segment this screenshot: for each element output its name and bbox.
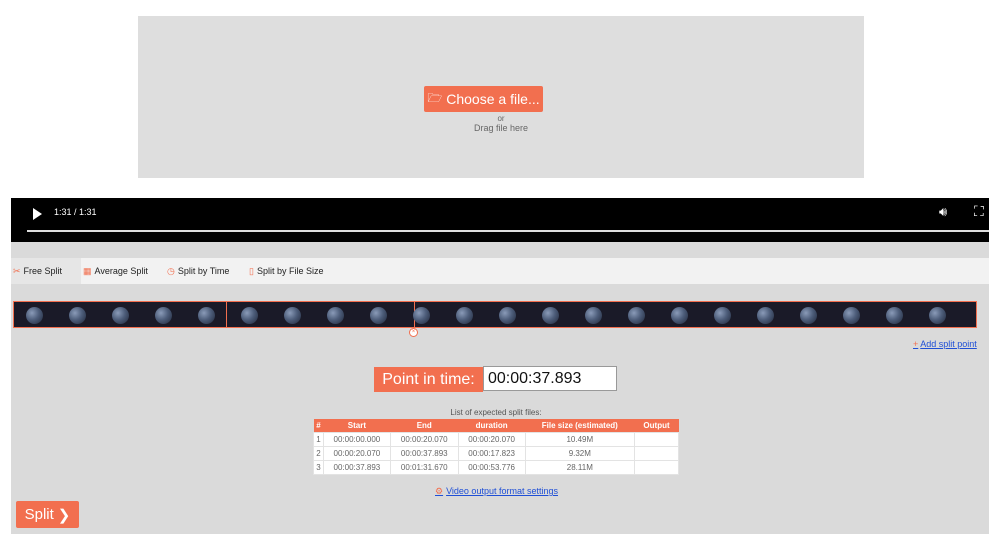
gear-icon: ⚙ [435,486,444,496]
video-player[interactable]: 1:31 / 1:31 🔊︎ ⛶ [11,198,989,242]
split-button[interactable]: Split ❯ [16,501,79,528]
thumbnail-frame [26,307,43,324]
thumbnail-frame [155,307,172,324]
tab-split-by-time[interactable]: ◷ Split by Time [167,258,247,284]
file-drop-zone[interactable]: 🗁 Choose a file... or Drag file here [138,16,864,178]
folder-open-icon: 🗁 [427,90,443,105]
duration-cell: 00:00:17.823 [457,446,526,461]
thumbnail-frame [628,307,645,324]
video-output-format-settings-link[interactable]: ⚙ Video output format settings [435,486,558,497]
thumbnail-frame [499,307,516,324]
point-in-time-input[interactable] [483,366,617,391]
clock-icon: ◷ [167,265,175,276]
file-size-cell: 9.32M [524,446,636,461]
thumbnail-frame [456,307,473,324]
table-row: 3 00:00:37.893 00:01:31.670 00:00:53.776… [313,460,679,475]
tab-split-by-file-size[interactable]: ▯ Split by File Size [249,258,343,284]
split-point-handle-icon[interactable]: × [409,328,418,337]
thumbnail-frame [112,307,129,324]
scissors-icon: ✂ [13,265,21,276]
add-split-point-link[interactable]: + Add split point [913,339,977,349]
time-display: 1:31 / 1:31 [54,207,97,217]
split-button-label: Split [24,506,54,523]
thumbnail-frame [413,307,430,324]
thumbnail-frame [542,307,559,324]
thumbnail-frame [757,307,774,324]
start-cell: 00:00:20.070 [322,446,391,461]
chevron-right-icon: ❯ [57,506,71,524]
tab-free-split[interactable]: ✂ Free Split [11,258,81,284]
video-progress-bar[interactable] [27,230,989,232]
split-line[interactable] [226,302,227,327]
tab-label: Free Split [23,266,63,276]
thumbnail-frame [284,307,301,324]
output-cell [634,460,679,475]
choose-file-button[interactable]: 🗁 Choose a file... [424,86,543,112]
table-header: # [313,419,324,433]
volume-icon[interactable]: 🔊︎ [939,204,947,220]
row-index: 1 [313,432,324,447]
table-header: End [390,419,459,433]
table-header: Output [634,419,679,433]
output-cell [634,446,679,461]
table-header: Start [323,419,391,433]
thumbnail-frame [671,307,688,324]
thumbnail-frame [929,307,946,324]
video-output-settings-label: Video output format settings [446,486,558,496]
end-cell: 00:01:31.670 [389,460,459,475]
video-thumbnail-strip[interactable] [13,301,977,328]
add-split-point-label: Add split point [920,339,977,349]
table-header: File size (estimated) [525,419,635,433]
thumbnail-frame [69,307,86,324]
thumbnail-frame [714,307,731,324]
choose-file-label: Choose a file... [446,91,540,107]
thumbnail-frame [327,307,344,324]
file-icon: ▯ [249,265,254,276]
duration-cell: 00:00:20.070 [457,432,526,447]
table-row: 2 00:00:20.070 00:00:37.893 00:00:17.823… [313,446,679,461]
split-tool-panel: ✂ Free Split ▦ Average Split ◷ Split by … [11,242,989,534]
thumbnail-frame [241,307,258,324]
thumbnail-frame [370,307,387,324]
table-row: 1 00:00:00.000 00:00:20.070 00:00:20.070… [313,432,679,447]
or-text: or [497,114,505,123]
thumbnail-frame [800,307,817,324]
thumbnail-frame [886,307,903,324]
table-header: duration [458,419,526,433]
calendar-icon: ▦ [83,265,92,276]
file-size-cell: 28.11M [524,460,636,475]
point-in-time-label: Point in time: [374,367,483,392]
end-cell: 00:00:20.070 [389,432,459,447]
tab-label: Split by Time [177,266,230,276]
row-index: 3 [313,460,324,475]
play-icon[interactable] [33,208,42,220]
split-files-table: # Start End duration File size (estimate… [313,419,679,475]
split-list-caption: List of expected split files: [450,408,542,417]
fullscreen-icon[interactable]: ⛶ [974,203,984,220]
duration-cell: 00:00:53.776 [457,460,526,475]
tab-label: Split by File Size [256,266,324,276]
row-index: 2 [313,446,324,461]
drag-file-hint: Drag file here [473,123,529,133]
tab-label: Average Split [94,266,148,276]
thumbnail-frame [585,307,602,324]
output-cell [634,432,679,447]
thumbnail-frame [198,307,215,324]
split-mode-tabs: ✂ Free Split ▦ Average Split ◷ Split by … [11,258,989,284]
start-cell: 00:00:37.893 [322,460,391,475]
end-cell: 00:00:37.893 [389,446,459,461]
file-size-cell: 10.49M [524,432,636,447]
start-cell: 00:00:00.000 [322,432,391,447]
tab-average-split[interactable]: ▦ Average Split [83,258,163,284]
plus-icon: + [913,339,919,349]
thumbnail-frame [843,307,860,324]
